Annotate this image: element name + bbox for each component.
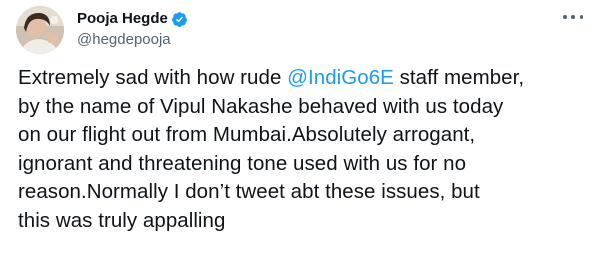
- more-dot: [579, 15, 583, 19]
- tweet-line: ignorant and threatening tone used with …: [18, 151, 467, 175]
- tweet-line: by the name of Vipul Nakashe behaved wit…: [18, 94, 504, 118]
- more-dot: [563, 15, 567, 19]
- more-options-icon[interactable]: [563, 10, 583, 24]
- avatar-photo: [16, 6, 64, 54]
- more-dot: [571, 15, 575, 19]
- display-name[interactable]: Pooja Hegde: [77, 9, 168, 29]
- tweet-text-segment: Extremely sad with how rude: [18, 66, 288, 89]
- tweet-text-segment: staff member,: [393, 66, 525, 89]
- name-row: Pooja Hegde: [77, 9, 188, 29]
- tweet-line: Extremely sad with how rude @IndiGo6E st…: [18, 64, 598, 93]
- tweet-line: on our flight out from Mumbai.Absolutely…: [18, 123, 476, 146]
- mention-link[interactable]: @IndiGo6E: [287, 66, 394, 89]
- verified-badge-icon: [171, 11, 188, 28]
- author-info: Pooja Hegde @hegdepooja: [77, 9, 188, 50]
- tweet-line: this was truly appalling: [18, 208, 226, 232]
- tweet-text: Extremely sad with how rude @IndiGo6E st…: [18, 64, 598, 235]
- author-handle[interactable]: @hegdepooja: [77, 30, 188, 50]
- tweet-line: reason.Normally I don’t tweet abt these …: [18, 180, 480, 203]
- avatar[interactable]: [16, 6, 64, 54]
- tweet-card: Pooja Hegde @hegdepooja Extremely sad wi…: [0, 0, 603, 254]
